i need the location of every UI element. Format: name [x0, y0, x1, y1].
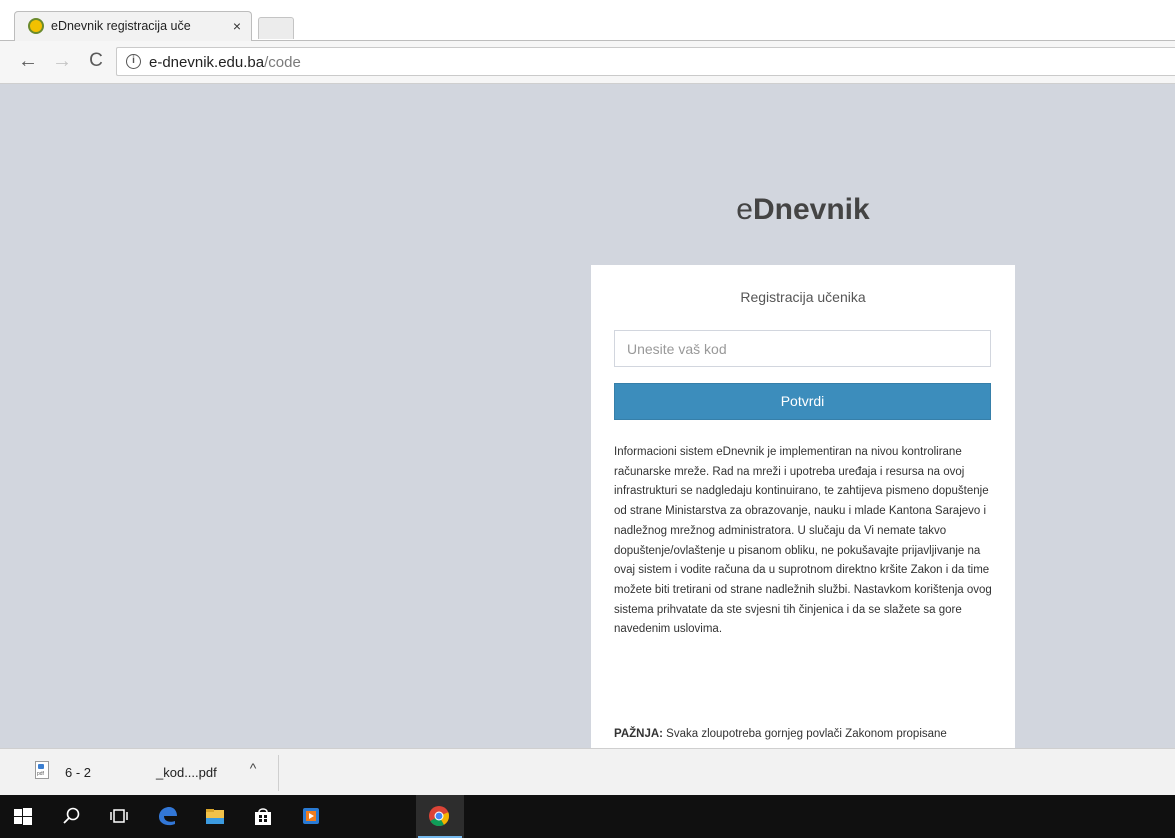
warning-label: PAŽNJA: — [614, 728, 663, 740]
logo-main: Dnevnik — [752, 193, 870, 226]
registration-card: Registracija učenika Potvrdi Informacion… — [591, 265, 1015, 748]
windows-taskbar — [0, 795, 1175, 838]
address-bar[interactable]: i e-dnevnik.edu.ba/code — [116, 47, 1175, 76]
back-arrow-icon[interactable]: ← — [16, 49, 40, 73]
app-logo: eDnevnik — [590, 193, 1016, 227]
url-text: e-dnevnik.edu.ba/code — [149, 54, 301, 71]
download-shelf: 6 - 2 _kod....pdf ^ — [0, 748, 1175, 795]
media-player-icon[interactable] — [288, 795, 336, 838]
code-input[interactable] — [614, 330, 991, 367]
reload-icon[interactable]: C — [84, 49, 108, 73]
legal-notice: Informacioni sistem eDnevnik je implemen… — [614, 446, 992, 636]
tab-close-button[interactable]: × — [229, 17, 245, 35]
browser-tab-strip: eDnevnik registracija uče × — [0, 0, 1175, 43]
submit-button[interactable]: Potvrdi — [614, 383, 991, 420]
favicon-icon — [28, 18, 44, 34]
pdf-file-icon[interactable] — [35, 761, 49, 779]
logo-prefix: e — [736, 193, 753, 226]
download-filename-part1[interactable]: 6 - 2 — [65, 765, 91, 780]
file-explorer-icon[interactable] — [192, 795, 240, 838]
download-divider — [278, 755, 279, 791]
url-host: e-dnevnik.edu.ba — [149, 54, 265, 71]
chevron-up-icon[interactable]: ^ — [244, 760, 262, 776]
info-icon[interactable]: i — [126, 54, 141, 69]
edge-browser-icon[interactable] — [144, 795, 192, 838]
download-filename-part2[interactable]: _kod....pdf — [156, 765, 217, 780]
browser-tab-active[interactable]: eDnevnik registracija uče × — [14, 11, 252, 41]
windows-start-icon[interactable] — [0, 795, 48, 838]
warning-text: Svaka zloupotreba gornjeg povlači Zakono… — [662, 728, 947, 740]
forward-arrow-icon[interactable]: → — [50, 49, 74, 73]
task-view-icon[interactable] — [96, 795, 144, 838]
warning-notice: PAŽNJA: Svaka zloupotreba gornjeg povlač… — [614, 725, 994, 745]
form-title: Registracija učenika — [740, 289, 866, 305]
chrome-icon[interactable] — [416, 795, 464, 838]
url-path: /code — [264, 54, 301, 71]
store-icon[interactable] — [240, 795, 288, 838]
tab-title: eDnevnik registracija uče — [51, 19, 191, 33]
browser-toolbar: ← → C i e-dnevnik.edu.ba/code — [0, 41, 1175, 84]
search-icon[interactable] — [48, 795, 96, 838]
new-tab-button[interactable] — [258, 17, 294, 39]
